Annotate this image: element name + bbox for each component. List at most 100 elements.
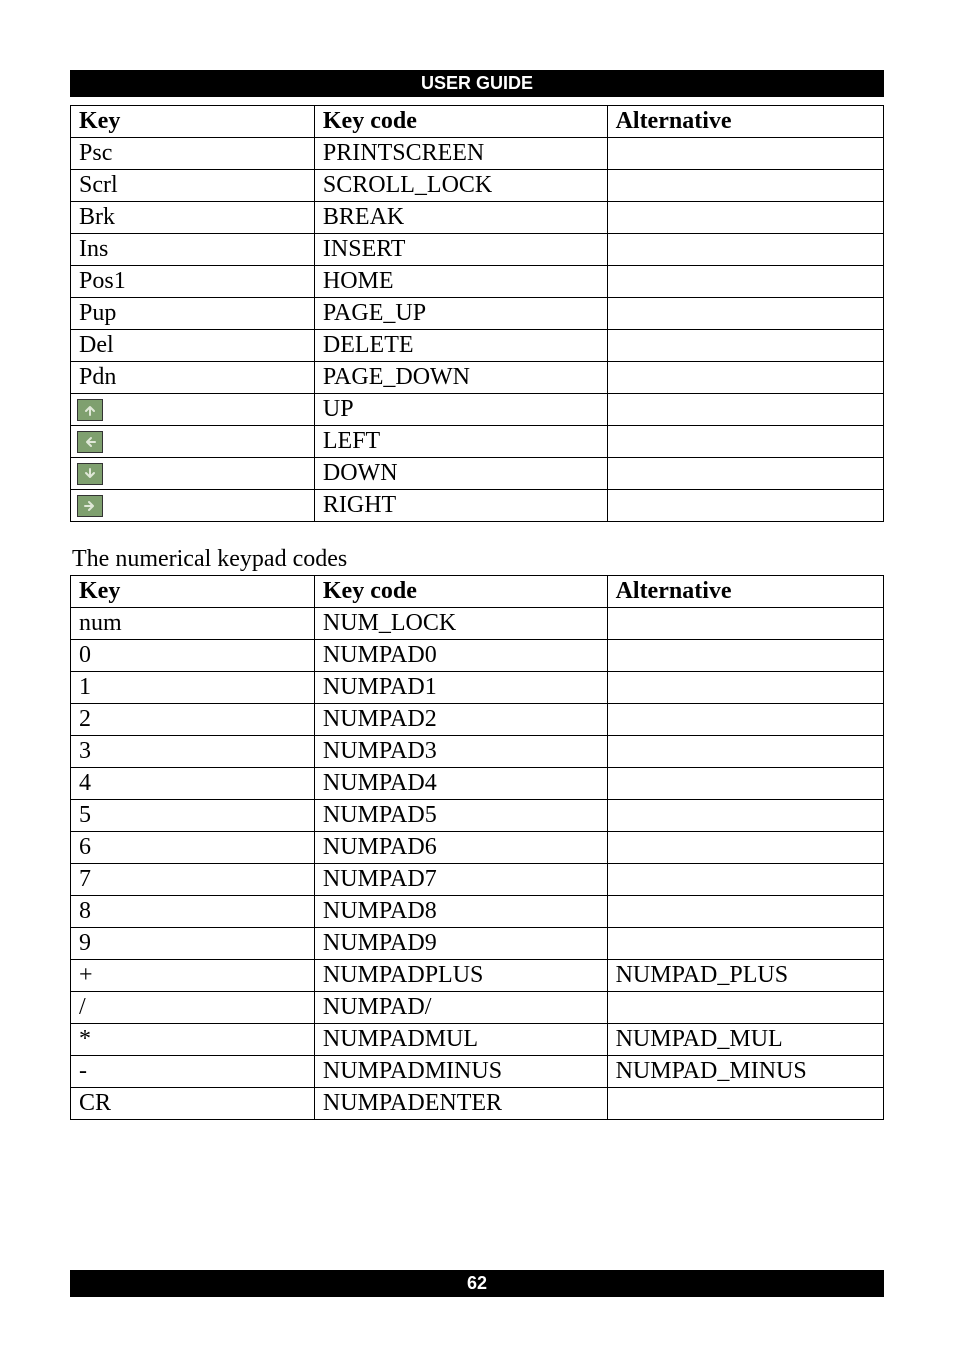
cell-key: Del [71,330,315,362]
cell-key-text: CR [79,1090,111,1116]
cell-code: UP [314,394,607,426]
table-row: Scrl SCROLL_LOCK [71,170,884,202]
table-row: RIGHT [71,490,884,522]
cell-key-text: 7 [79,866,91,892]
cell-alt-text: NUMPAD_MINUS [616,1058,807,1084]
cell-code: NUMPAD2 [314,704,607,736]
cell-code-text: DOWN [323,460,398,486]
cell-code-text: NUMPADENTER [323,1090,502,1116]
table-row: num NUM_LOCK [71,608,884,640]
table-row: DOWN [71,458,884,490]
cell-code: PAGE_DOWN [314,362,607,394]
table-row: UP [71,394,884,426]
cell-code-text: NUMPAD7 [323,866,437,892]
cell-key: 3 [71,736,315,768]
table-row: Pos1HOME [71,266,884,298]
cell-key [71,490,315,522]
cell-code: NUMPADMUL [314,1024,607,1056]
cell-key: 7 [71,864,315,896]
cell-key-text: 5 [79,802,91,828]
cell-code-text: NUMPAD6 [323,834,437,860]
footer-bar: 62 [70,1270,884,1297]
cell-alt [607,490,883,522]
cell-alt-text: NUMPAD_MUL [616,1026,783,1052]
cell-key-text: * [79,1026,91,1052]
cell-code: DELETE [314,330,607,362]
cell-code-text: SCROLL_LOCK [323,172,492,198]
arrow-down-icon [77,463,103,485]
cell-key: Psc [71,138,315,170]
table-row: 6 NUMPAD6 [71,832,884,864]
cell-key: 0 [71,640,315,672]
cell-alt: NUMPAD_MUL [607,1024,883,1056]
cell-code: NUMPADENTER [314,1088,607,1120]
cell-alt [607,800,883,832]
table-header-row: Key Key code Alternative [71,576,884,608]
cell-key: Brk [71,202,315,234]
cell-code-text: HOME [323,268,394,294]
table-row: 5 NUMPAD5 [71,800,884,832]
key-codes-table-2: Key Key code Alternative num NUM_LOCK 0 NUM… [70,575,884,1120]
cell-code-text: PAGE_DOWN [323,364,470,390]
cell-alt: NUMPAD_PLUS [607,960,883,992]
table-row: 2NUMPAD2 [71,704,884,736]
cell-code-text: NUMPADMINUS [323,1058,502,1084]
cell-alt [607,234,883,266]
cell-code: NUMPAD6 [314,832,607,864]
table-row: LEFT [71,426,884,458]
col-key: Key [71,106,315,138]
table-row: 1NUMPAD1 [71,672,884,704]
cell-key-text: 9 [79,930,91,956]
table-row: CR NUMPADENTER [71,1088,884,1120]
cell-code-text: INSERT [323,236,406,262]
cell-code-text: NUMPAD8 [323,898,437,924]
cell-key-text: 8 [79,898,91,924]
cell-alt [607,394,883,426]
cell-alt [607,640,883,672]
cell-key-text: Scrl [79,172,118,198]
cell-key-text: Brk [79,204,115,230]
key-codes-table-1: Key Key code Alternative PscPRINTSCREENS… [70,105,884,522]
cell-key: Pdn [71,362,315,394]
cell-code: NUMPAD8 [314,896,607,928]
cell-code-text: NUMPADMUL [323,1026,478,1052]
cell-alt [607,864,883,896]
cell-key: 6 [71,832,315,864]
cell-code-text: BREAK [323,204,404,230]
cell-key [71,426,315,458]
cell-key-text: / [79,994,86,1020]
cell-code-text: NUMPAD2 [323,706,437,732]
cell-code: DOWN [314,458,607,490]
header-title: USER GUIDE [421,73,533,93]
cell-code-text: NUMPAD5 [323,802,437,828]
cell-key: - [71,1056,315,1088]
cell-alt [607,768,883,800]
cell-key: num [71,608,315,640]
cell-code-text: NUMPAD/ [323,994,431,1020]
table-row: 7 NUMPAD7 [71,864,884,896]
cell-key: 4 [71,768,315,800]
cell-code-text: NUM_LOCK [323,610,456,636]
col-alt: Alternative [607,576,883,608]
cell-alt [607,362,883,394]
col-alt: Alternative [607,106,883,138]
cell-alt [607,266,883,298]
cell-alt [607,704,883,736]
cell-key: 8 [71,896,315,928]
table-row: DelDELETE [71,330,884,362]
table-header-row: Key Key code Alternative [71,106,884,138]
col-key: Key [71,576,315,608]
table-row: 4NUMPAD4 [71,768,884,800]
cell-code: NUMPAD7 [314,864,607,896]
cell-code-text: RIGHT [323,492,396,518]
cell-key-text: 0 [79,642,91,668]
arrow-left-icon [77,431,103,453]
table-row: +NUMPADPLUSNUMPAD_PLUS [71,960,884,992]
table-row: Pdn PAGE_DOWN [71,362,884,394]
cell-key-text: Pdn [79,364,116,390]
table-row: 3NUMPAD3 [71,736,884,768]
page: USER GUIDE Key Key code Alternative PscP… [0,0,954,1352]
cell-key: 9 [71,928,315,960]
cell-code-text: NUMPAD1 [323,674,437,700]
cell-alt [607,138,883,170]
